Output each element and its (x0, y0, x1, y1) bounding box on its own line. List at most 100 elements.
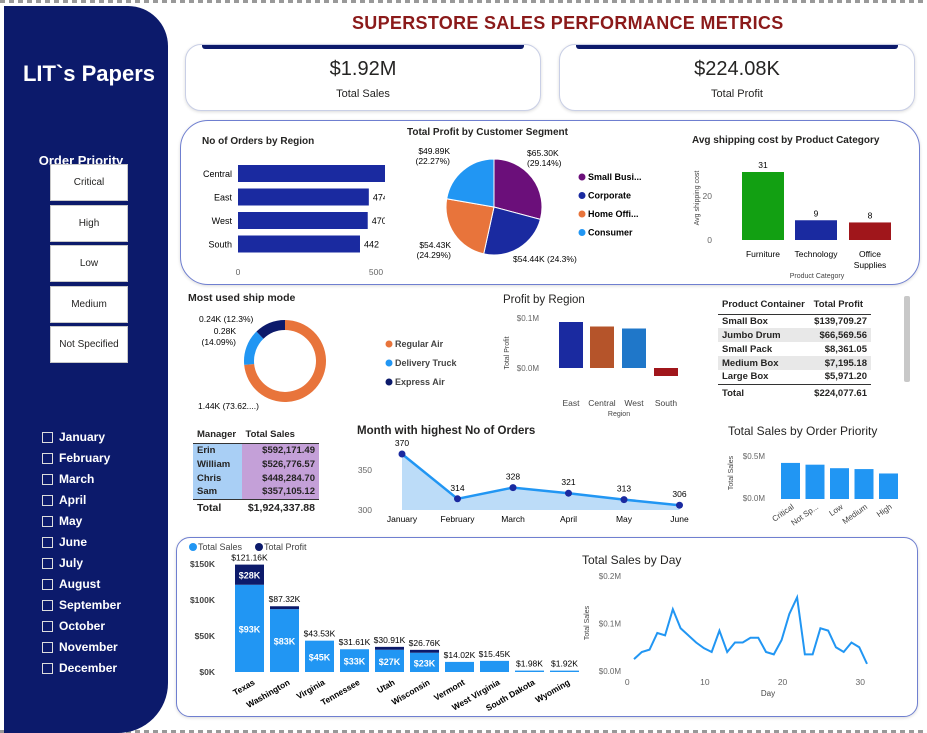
month-option-april[interactable]: April (42, 493, 86, 507)
total-row: Total $224,077.61 (718, 384, 871, 402)
card-accent-bar (576, 45, 898, 49)
checkbox[interactable] (42, 515, 53, 527)
bar-west (238, 212, 368, 229)
month-option-november[interactable]: November (42, 640, 118, 654)
sales-by-day-chart[interactable]: Total Sales $0.2M $0.1M $0.0M0 10 20 30 Day (578, 568, 898, 703)
checkbox[interactable] (42, 599, 53, 611)
table-row[interactable]: Erin $592,171.49 (193, 443, 319, 457)
x-tick-label: Furniture (746, 249, 780, 259)
slice-data-label: $49.89K (22.27%) (416, 146, 451, 166)
profit-by-region-title: Profit by Region (503, 294, 585, 306)
point-value-label: 328 (506, 472, 520, 482)
month-label: February (59, 451, 111, 465)
month-label: July (59, 556, 84, 570)
data-point (676, 501, 683, 509)
bar-profit-label: $28K (239, 571, 261, 581)
table-row[interactable]: Small Pack $8,361.05 (718, 342, 871, 356)
month-option-august[interactable]: August (42, 577, 100, 591)
table-row[interactable]: Jumbo Drum $66,569.56 (718, 328, 871, 342)
month-label: October (59, 619, 106, 633)
checkbox[interactable] (42, 494, 53, 506)
y-tick: $0.1M (599, 620, 622, 629)
priority-option-high[interactable]: High (50, 204, 128, 242)
bar-label-east: East (214, 193, 233, 203)
bar-value-label: 9 (814, 208, 819, 218)
bar-profit-washington (270, 606, 299, 610)
slice-data-label: $54.44K (24.3%) (513, 254, 577, 264)
brand-title: LIT`s Papers (22, 61, 156, 86)
priority-option-not-specified[interactable]: Not Specified (50, 326, 128, 363)
table-row[interactable]: Chris $448,284.70 (193, 471, 319, 485)
cell-profit: $139,709.27 (814, 315, 867, 327)
month-option-july[interactable]: July (42, 556, 83, 570)
col-header-product-container[interactable]: Product Container (718, 296, 810, 314)
col-header-total-sales[interactable]: Total Sales (242, 427, 319, 443)
month-option-march[interactable]: March (42, 472, 94, 486)
month-label: April (59, 493, 87, 507)
legend-label: Delivery Truck (395, 358, 458, 368)
checkbox[interactable] (42, 578, 53, 590)
y-axis-label: Total Sales (584, 605, 591, 640)
data-point (620, 496, 628, 504)
orders-by-region-chart[interactable]: Central566East474West470South4420500 (195, 155, 385, 280)
month-option-october[interactable]: October (42, 619, 105, 633)
cell-container: Medium Box (722, 357, 779, 369)
sales-by-priority-chart[interactable]: Total Sales $0.5M$0.0MCriticalNot Sp... Lo… (722, 440, 912, 530)
y-tick: $0.2M (599, 572, 622, 581)
month-option-december[interactable]: December (42, 661, 117, 675)
col-header-manager[interactable]: Manager (193, 427, 242, 443)
checkbox[interactable] (42, 473, 53, 485)
legend-label: Express Air (395, 377, 445, 387)
orders-by-month-chart[interactable]: 350 300 370 January 314 February 328 March 321 Ap… (350, 440, 695, 530)
table-row[interactable]: Medium Box $7,195.18 (718, 356, 871, 370)
manager-table[interactable]: Manager Total Sales Erin $592,171.49 Willi… (193, 427, 319, 517)
checkbox[interactable] (42, 557, 53, 569)
month-option-june[interactable]: June (42, 535, 87, 549)
slice-data-label: 1.44K (73.62....) (198, 401, 259, 411)
bar-total-label: $43.53K (304, 629, 336, 639)
bar-inner-label: $83K (274, 637, 296, 647)
card-accent-bar (202, 45, 524, 49)
checkbox[interactable] (42, 620, 53, 632)
priority-option-critical[interactable]: Critical (50, 164, 128, 201)
x-tick: 20 (778, 677, 788, 687)
priority-option-medium[interactable]: Medium (50, 285, 128, 323)
month-label: August (59, 577, 101, 591)
cell-profit: $5,971.20 (824, 371, 867, 383)
product-container-table[interactable]: Product Container Total Profit Small Box… (718, 296, 910, 402)
table-row[interactable]: Sam $357,105.12 (193, 485, 319, 499)
table-scrollbar[interactable] (904, 296, 910, 382)
cell-manager: Sam (193, 485, 242, 499)
y-tick: $150K (190, 559, 216, 569)
ship-mode-chart[interactable]: 0.24K (12.3%) 0.28K (14.09%) 1.44K (73.62..… (188, 305, 478, 415)
table-row[interactable]: William $526,776.57 (193, 457, 319, 471)
total-profit-value: $224.08K (694, 58, 780, 80)
profit-by-segment-chart[interactable]: $65.30K (29.14%) $54.44K (24.3%) $54.43K (24… (405, 140, 655, 270)
total-label: Total (197, 502, 222, 515)
point-value-label: 314 (450, 483, 464, 493)
sales-profit-by-state-chart[interactable]: Total Sales Total Profit $150K $100K $50K $0K… (180, 540, 580, 715)
col-header-total-profit[interactable]: Total Profit (810, 296, 871, 314)
bar-south (654, 368, 678, 376)
total-value: $224,077.61 (814, 387, 867, 399)
checkbox[interactable] (42, 662, 53, 674)
month-option-february[interactable]: February (42, 451, 110, 465)
table-row[interactable]: Large Box $5,971.20 (718, 370, 871, 384)
bar-east (238, 188, 369, 206)
month-option-september[interactable]: September (42, 598, 121, 612)
month-label: March (59, 472, 95, 486)
checkbox[interactable] (42, 536, 53, 548)
month-option-january[interactable]: January (42, 430, 105, 444)
priority-option-low[interactable]: Low (50, 245, 128, 282)
checkbox[interactable] (42, 641, 53, 653)
y-tick: $0K (199, 667, 215, 677)
checkbox[interactable] (42, 452, 53, 464)
y-axis-label: Avg shipping cost (694, 171, 701, 226)
table-row[interactable]: Small Box $139,709.27 (718, 314, 871, 328)
ship-cost-chart[interactable]: Avg shipping cost 20 0 31 Furniture 9 Technolo… (688, 150, 903, 280)
checkbox[interactable] (42, 431, 53, 443)
cell-profit: $66,569.56 (819, 329, 867, 341)
x-tick-label: January (387, 514, 418, 524)
month-option-may[interactable]: May (42, 514, 82, 528)
profit-by-region-chart[interactable]: Total Profit $0.1M $0.0M East Central West Sou… (498, 308, 693, 423)
